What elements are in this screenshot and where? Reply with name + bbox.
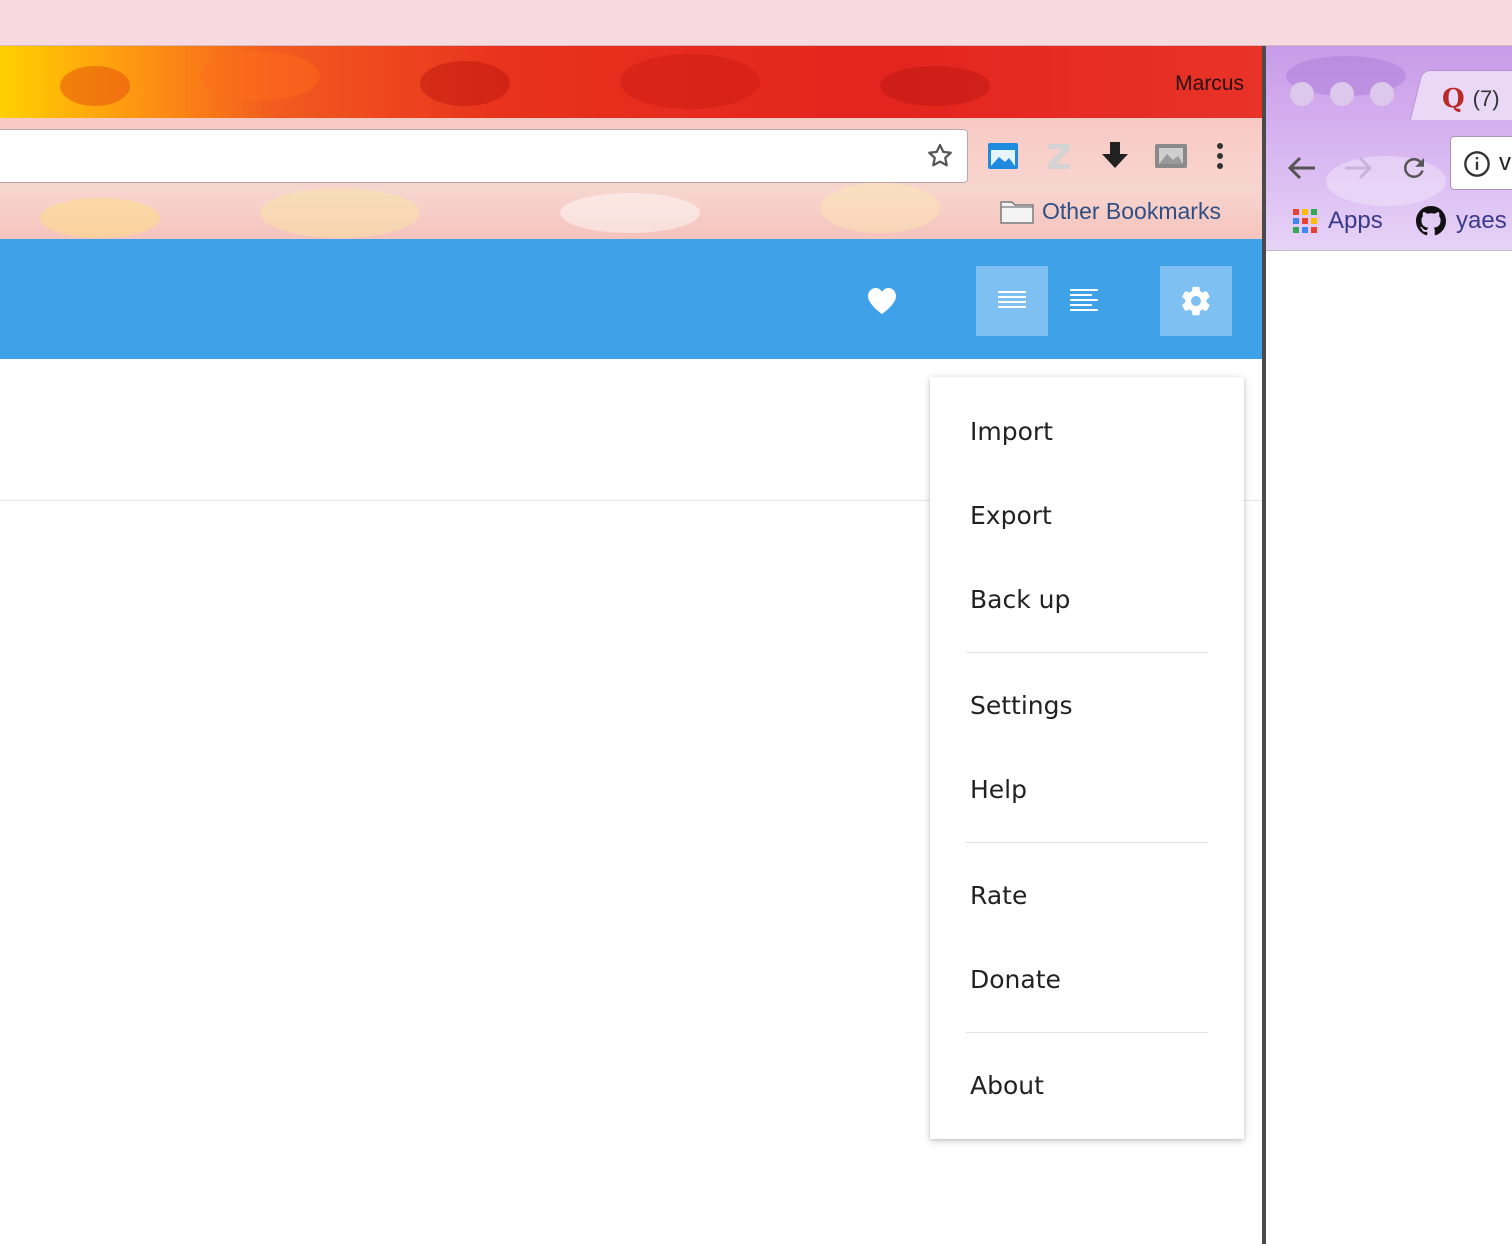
extension-image-icon[interactable] (1154, 139, 1188, 173)
bookmark-label: Other Bookmarks (1042, 197, 1221, 224)
menu-item-settings[interactable]: Settings (970, 691, 1073, 720)
right-browser-window: Q (7) v Apps yaes (1266, 46, 1512, 1244)
app-header (0, 239, 1262, 359)
extension-window-icon[interactable] (986, 139, 1020, 173)
window-close-button[interactable] (1290, 82, 1314, 106)
address-text: v (1499, 149, 1511, 176)
bookmark-other-bookmarks[interactable]: Other Bookmarks (1000, 194, 1221, 228)
more-menu-icon[interactable] (1210, 139, 1230, 173)
apps-grid-icon (1293, 209, 1317, 233)
quora-icon: Q (1442, 84, 1465, 114)
toolbar-bottom-border (1266, 250, 1512, 251)
tab-title: (7) (1472, 86, 1500, 111)
desktop-background-strip (0, 0, 1512, 46)
menu-separator (966, 652, 1208, 653)
menu-separator (966, 1032, 1208, 1033)
extension-z-icon[interactable] (1042, 139, 1076, 173)
window-zoom-button[interactable] (1370, 82, 1394, 106)
forward-arrow-icon (1345, 156, 1373, 180)
profile-name[interactable]: Marcus (1175, 72, 1244, 96)
menu-item-about[interactable]: About (970, 1071, 1044, 1100)
bookmark-label: Apps (1328, 207, 1383, 234)
align-left-view-icon (1070, 289, 1098, 311)
window-minimize-button[interactable] (1330, 82, 1354, 106)
left-browser-window: Marcus Other Bookmarks Import Export Bac… (0, 46, 1262, 1244)
reload-button[interactable] (1394, 148, 1434, 188)
bookmark-apps[interactable]: Apps (1292, 204, 1383, 238)
gear-icon (1182, 286, 1210, 316)
menu-item-back-up[interactable]: Back up (970, 585, 1070, 614)
menu-separator (966, 842, 1208, 843)
heart-icon (868, 288, 896, 314)
menu-item-import[interactable]: Import (970, 417, 1053, 446)
align-left-view-button[interactable] (1048, 266, 1120, 336)
settings-dropdown-menu: Import Export Back up Settings Help Rate… (930, 377, 1244, 1139)
reload-icon (1404, 158, 1424, 178)
back-button[interactable] (1282, 148, 1322, 188)
folder-icon (1000, 201, 1034, 224)
menu-item-donate[interactable]: Donate (970, 965, 1061, 994)
back-arrow-icon (1287, 156, 1315, 180)
menu-item-rate[interactable]: Rate (970, 881, 1027, 910)
menu-item-help[interactable]: Help (970, 775, 1027, 804)
settings-menu-button[interactable] (1160, 266, 1232, 336)
browser-theme-background: Q (7) v Apps yaes (1266, 46, 1512, 250)
bookmark-star-icon[interactable] (925, 141, 955, 171)
justify-view-button[interactable] (976, 266, 1048, 336)
download-icon[interactable] (1098, 139, 1132, 173)
forward-button[interactable] (1338, 148, 1378, 188)
menu-item-export[interactable]: Export (970, 501, 1052, 530)
address-bar[interactable] (0, 129, 968, 183)
bookmark-label: yaes (1456, 207, 1507, 234)
favorites-button[interactable] (846, 266, 918, 336)
justify-view-icon (998, 291, 1026, 308)
info-icon (1464, 151, 1490, 177)
github-icon (1416, 206, 1446, 236)
address-bar[interactable]: v (1450, 136, 1512, 190)
screen: Marcus Other Bookmarks Import Export Bac… (0, 0, 1512, 1244)
bookmark-github[interactable]: yaes (1416, 204, 1507, 238)
